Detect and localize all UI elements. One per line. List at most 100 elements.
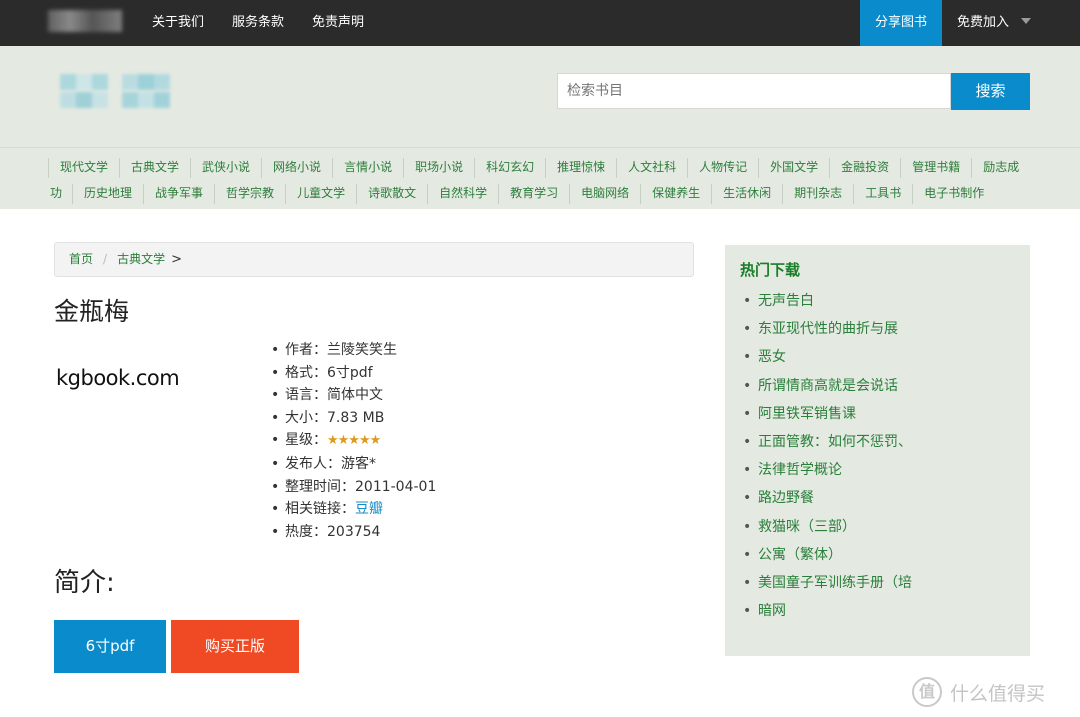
hot-download-item[interactable]: 阿里铁军销售课	[743, 400, 912, 428]
breadcrumb-separator: /	[103, 252, 108, 266]
category-link[interactable]: 教育学习	[498, 184, 569, 204]
hot-download-item[interactable]: 救猫咪（三部）	[743, 513, 912, 541]
nav-terms[interactable]: 服务条款	[218, 0, 298, 46]
site-header: 搜索	[0, 46, 1080, 147]
site-logo[interactable]	[60, 74, 170, 110]
search-input[interactable]	[557, 73, 951, 109]
info-label: 发布人：	[285, 455, 341, 472]
watermark-logo-icon: 值	[912, 677, 942, 707]
douban-link[interactable]: 豆瓣	[355, 501, 383, 517]
category-link[interactable]: 战争军事	[143, 184, 214, 204]
info-label: 星级：	[285, 432, 327, 449]
info-label: 语言：	[285, 387, 327, 404]
hot-download-item[interactable]: 公寓（繁体）	[743, 541, 912, 569]
download-pdf-button[interactable]: 6寸pdf	[54, 620, 166, 673]
book-title: 金瓶梅	[54, 297, 130, 326]
info-rating: 星级：★★★★★	[271, 429, 436, 453]
category-link[interactable]: 金融投资	[829, 158, 900, 178]
book-info-list: 作者：兰陵笑笑生 格式：6寸pdf 语言：简体中文 大小：7.83 MB 星级：…	[271, 339, 436, 543]
info-value: 兰陵笑笑生	[327, 342, 397, 358]
nav-disclaimer[interactable]: 免责声明	[298, 0, 378, 46]
info-heat: 热度：203754	[271, 521, 436, 544]
category-link[interactable]: 哲学宗教	[214, 184, 285, 204]
info-value: 简体中文	[327, 387, 383, 404]
join-free-menu[interactable]: 免费加入	[942, 0, 1080, 46]
info-value: 6寸pdf	[327, 364, 373, 381]
category-link[interactable]: 电脑网络	[569, 184, 640, 204]
hot-download-item[interactable]: 路边野餐	[743, 484, 912, 512]
category-link[interactable]: 外国文学	[758, 158, 829, 178]
hot-downloads-panel: 热门下载 无声告白 东亚现代性的曲折与展 恶女 所谓情商高就是会说话 阿里铁军销…	[725, 245, 1030, 656]
category-link[interactable]: 功	[48, 184, 72, 204]
category-link[interactable]: 网络小说	[261, 158, 332, 178]
category-link[interactable]: 自然科学	[427, 184, 498, 204]
hot-download-item[interactable]: 恶女	[743, 343, 912, 371]
category-link[interactable]: 诗歌散文	[356, 184, 427, 204]
hot-download-item[interactable]: 法律哲学概论	[743, 456, 912, 484]
info-date: 整理时间：2011-04-01	[271, 476, 436, 499]
top-bar: 关于我们 服务条款 免责声明 分享图书 免费加入	[0, 0, 1080, 46]
book-cover: kgbook.com	[56, 366, 180, 390]
info-label: 相关链接：	[285, 501, 355, 518]
info-label: 大小：	[285, 409, 327, 426]
category-link[interactable]: 儿童文学	[285, 184, 356, 204]
hot-downloads-title: 热门下载	[740, 261, 801, 279]
category-link[interactable]: 历史地理	[72, 184, 143, 204]
hot-download-item[interactable]: 无声告白	[743, 287, 912, 315]
category-link[interactable]: 生活休闲	[711, 184, 782, 204]
breadcrumb-category[interactable]: 古典文学	[117, 252, 165, 266]
category-link[interactable]: 现代文学	[48, 158, 119, 178]
hot-download-item[interactable]: 东亚现代性的曲折与展	[743, 315, 912, 343]
category-row-1: 现代文学 古典文学 武侠小说 网络小说 言情小说 职场小说 科幻玄幻 推理惊悚 …	[48, 158, 1019, 178]
hot-download-item[interactable]: 正面管教：如何不惩罚、	[743, 428, 912, 456]
info-publisher: 发布人：游客*	[271, 453, 436, 476]
star-rating-icon: ★★★★★	[327, 433, 381, 449]
caret-down-icon	[1021, 17, 1032, 24]
watermark-text: 什么值得买	[950, 682, 1046, 705]
search-button[interactable]: 搜索	[951, 73, 1030, 110]
buy-original-button[interactable]: 购买正版	[171, 620, 299, 673]
hot-download-item[interactable]: 美国童子军训练手册（培	[743, 569, 912, 597]
category-link[interactable]: 科幻玄幻	[474, 158, 545, 178]
hot-download-item[interactable]: 暗网	[743, 597, 912, 625]
category-link[interactable]: 励志成	[971, 158, 1019, 178]
category-link[interactable]: 工具书	[853, 184, 912, 204]
category-link[interactable]: 推理惊悚	[545, 158, 616, 178]
info-label: 整理时间：	[285, 478, 355, 495]
category-link[interactable]: 人文社科	[616, 158, 687, 178]
category-link[interactable]: 古典文学	[119, 158, 190, 178]
info-format: 格式：6寸pdf	[271, 362, 436, 385]
hot-downloads-list: 无声告白 东亚现代性的曲折与展 恶女 所谓情商高就是会说话 阿里铁军销售课 正面…	[743, 287, 912, 626]
info-links: 相关链接：豆瓣	[271, 498, 436, 521]
hot-download-item[interactable]: 所谓情商高就是会说话	[743, 372, 912, 400]
category-link[interactable]: 电子书制作	[912, 184, 995, 204]
info-value: 游客*	[341, 455, 376, 472]
category-nav: 现代文学 古典文学 武侠小说 网络小说 言情小说 职场小说 科幻玄幻 推理惊悚 …	[0, 147, 1080, 209]
top-nav: 关于我们 服务条款 免责声明	[138, 0, 378, 46]
info-value: 203754	[327, 523, 381, 540]
info-language: 语言：简体中文	[271, 384, 436, 407]
breadcrumb-trail: >	[171, 252, 182, 267]
nav-about[interactable]: 关于我们	[138, 0, 218, 46]
info-author: 作者：兰陵笑笑生	[271, 339, 436, 362]
info-value: 2011-04-01	[355, 478, 437, 495]
info-value: 7.83 MB	[327, 409, 385, 426]
watermark: 值 什么值得买	[912, 675, 1045, 709]
breadcrumb-home[interactable]: 首页	[69, 252, 93, 266]
info-size: 大小：7.83 MB	[271, 407, 436, 430]
category-link[interactable]: 言情小说	[332, 158, 403, 178]
category-link[interactable]: 人物传记	[687, 158, 758, 178]
info-label: 格式：	[285, 364, 327, 381]
category-link[interactable]: 职场小说	[403, 158, 474, 178]
category-row-2: 功 历史地理 战争军事 哲学宗教 儿童文学 诗歌散文 自然科学 教育学习 电脑网…	[48, 184, 995, 204]
join-free-label: 免费加入	[957, 15, 1010, 30]
breadcrumb: 首页 / 古典文学 >	[54, 242, 694, 277]
info-label: 作者：	[285, 342, 327, 358]
category-link[interactable]: 期刊杂志	[782, 184, 853, 204]
brand-logo[interactable]	[48, 10, 122, 32]
category-link[interactable]: 管理书籍	[900, 158, 971, 178]
category-link[interactable]: 保健养生	[640, 184, 711, 204]
intro-heading: 简介:	[54, 568, 115, 598]
category-link[interactable]: 武侠小说	[190, 158, 261, 178]
share-book-button[interactable]: 分享图书	[860, 0, 942, 46]
